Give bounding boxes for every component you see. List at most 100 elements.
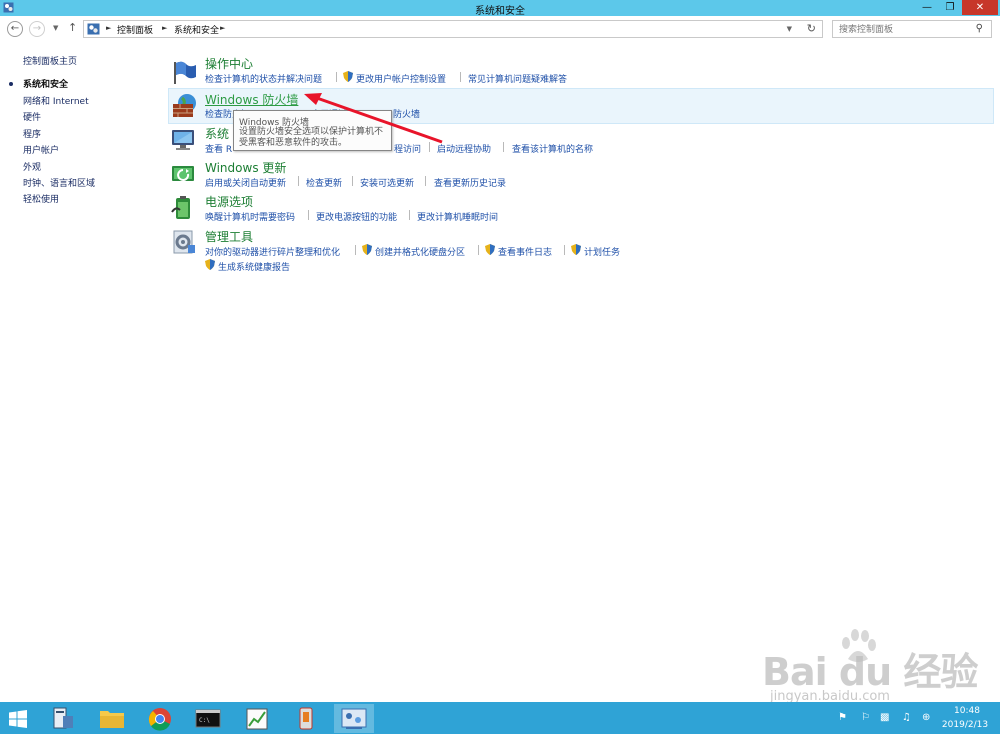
language-tray-icon[interactable]: ⊕ <box>922 712 930 723</box>
toggle-automatic-updates-link[interactable]: 启用或关闭自动更新 <box>205 176 286 189</box>
left-nav-appearance[interactable]: 外观 <box>23 160 41 173</box>
left-nav-hardware[interactable]: 硬件 <box>23 110 41 123</box>
link-separator <box>336 72 337 82</box>
control-panel-home-link[interactable]: 控制面板主页 <box>23 54 77 67</box>
app-taskbar-button[interactable] <box>286 704 326 733</box>
address-history-dropdown[interactable]: ▼ <box>787 25 792 33</box>
install-optional-updates-link[interactable]: 安装可选更新 <box>360 176 414 189</box>
uac-shield-icon <box>343 71 353 82</box>
back-button[interactable]: ← <box>7 21 23 37</box>
current-item-bullet <box>9 82 13 86</box>
flag-tray-icon[interactable]: ⚐ <box>861 712 870 723</box>
control-panel-taskbar-button[interactable] <box>334 704 374 733</box>
system-title[interactable]: 系统 <box>205 125 233 142</box>
task-scheduler-taskbar-button[interactable] <box>237 704 277 733</box>
uac-shield-icon <box>571 244 581 255</box>
see-computer-name-link[interactable]: 查看该计算机的名称 <box>512 142 593 155</box>
view-event-logs-link[interactable]: 查看事件日志 <box>498 245 552 258</box>
taskbar: C:\ <box>0 702 1000 734</box>
minimize-button[interactable]: — <box>917 0 937 15</box>
action-center-title[interactable]: 操作中心 <box>205 55 253 72</box>
link-separator <box>503 142 504 152</box>
check-updates-link[interactable]: 检查更新 <box>306 176 342 189</box>
check-computer-status-link[interactable]: 检查计算机的状态并解决问题 <box>205 72 322 85</box>
svg-text:C:\: C:\ <box>199 717 210 724</box>
up-button[interactable]: ↑ <box>68 21 77 34</box>
link-separator <box>425 176 426 186</box>
chart-tool-icon <box>246 708 268 730</box>
uac-shield-icon <box>362 244 372 255</box>
administrative-tools-gear-icon <box>173 230 195 254</box>
action-center-flag-icon <box>174 61 196 84</box>
windows-update-icon <box>172 166 194 181</box>
change-sleep-time-link[interactable]: 更改计算机睡眠时间 <box>417 210 498 223</box>
left-nav-system-security[interactable]: 系统和安全 <box>23 77 68 90</box>
left-nav-user-accounts[interactable]: 用户帐户 <box>23 143 59 156</box>
volume-tray-icon[interactable]: ♫ <box>902 712 911 723</box>
navigation-bar: ← → ▼ ↑ ► 控制面板 ► 系统和安全 ► ▼ ↻ ⚲ <box>0 16 1000 42</box>
maximize-button[interactable]: ❐ <box>940 0 960 15</box>
search-icon[interactable]: ⚲ <box>976 23 983 34</box>
control-panel-icon <box>87 23 100 35</box>
power-options-battery-icon <box>171 196 190 219</box>
clock-time[interactable]: 10:48 <box>945 706 989 716</box>
link-separator <box>298 176 299 186</box>
command-prompt-taskbar-button[interactable]: C:\ <box>188 704 228 733</box>
breadcrumb-separator[interactable]: ► <box>162 24 167 32</box>
link-separator <box>564 245 565 255</box>
chrome-taskbar-button[interactable] <box>140 704 180 733</box>
control-panel-icon <box>341 708 367 729</box>
change-uac-settings-link[interactable]: 更改用户帐户控制设置 <box>356 72 446 85</box>
search-box[interactable]: ⚲ <box>832 20 992 38</box>
search-input[interactable] <box>839 24 967 36</box>
breadcrumb-system-security[interactable]: 系统和安全 <box>174 23 219 36</box>
address-bar[interactable]: ► 控制面板 ► 系统和安全 ► ▼ ↻ <box>83 20 823 38</box>
breadcrumb-separator[interactable]: ► <box>220 24 225 32</box>
breadcrumb-separator[interactable]: ► <box>106 24 111 32</box>
refresh-icon[interactable]: ↻ <box>807 22 816 35</box>
uac-shield-icon <box>205 259 215 270</box>
clock-date[interactable]: 2019/2/13 <box>937 720 993 730</box>
close-button[interactable]: ✕ <box>962 0 998 15</box>
link-separator <box>352 176 353 186</box>
command-prompt-icon: C:\ <box>195 709 221 728</box>
windows-update-title[interactable]: Windows 更新 <box>205 159 286 176</box>
link-separator <box>460 72 461 82</box>
system-computer-icon <box>172 130 194 150</box>
link-separator <box>308 210 309 220</box>
windows-start-icon[interactable] <box>9 710 27 728</box>
schedule-tasks-link[interactable]: 计划任务 <box>584 245 620 258</box>
display-tray-icon[interactable]: ▩ <box>880 712 889 723</box>
left-navigation: 控制面板主页 系统和安全 网络和 Internet 硬件 程序 用户帐户 外观 … <box>0 42 160 702</box>
require-password-on-wake-link[interactable]: 唤醒计算机时需要密码 <box>205 210 295 223</box>
link-separator <box>478 245 479 255</box>
power-options-title[interactable]: 电源选项 <box>205 193 253 210</box>
generate-health-report-link[interactable]: 生成系统健康报告 <box>218 260 290 273</box>
left-nav-ease-of-access[interactable]: 轻松使用 <box>23 192 59 205</box>
control-panel-window: { "window": { "title": "系统和安全" }, "windo… <box>0 0 1000 734</box>
file-explorer-taskbar-button[interactable] <box>92 704 132 733</box>
administrative-tools-title[interactable]: 管理工具 <box>205 228 253 245</box>
troubleshoot-problems-link[interactable]: 常见计算机问题疑难解答 <box>468 72 567 85</box>
title-bar: 系统和安全 — ❐ ✕ <box>0 0 1000 17</box>
link-separator <box>409 210 410 220</box>
firewall-brick-globe-icon <box>173 94 196 117</box>
change-power-button-link[interactable]: 更改电源按钮的功能 <box>316 210 397 223</box>
folder-icon <box>100 711 124 728</box>
left-nav-clock-language-region[interactable]: 时钟、语言和区域 <box>23 176 95 189</box>
red-annotation-arrow <box>304 93 443 144</box>
left-nav-programs[interactable]: 程序 <box>23 127 41 140</box>
view-ram-link[interactable]: 查看 R <box>205 142 232 155</box>
breadcrumb-control-panel[interactable]: 控制面板 <box>117 23 153 36</box>
create-format-partitions-link[interactable]: 创建并格式化硬盘分区 <box>375 245 465 258</box>
recent-locations-dropdown[interactable]: ▼ <box>53 24 58 32</box>
network-tray-icon[interactable]: ⚑ <box>838 712 847 723</box>
windows-firewall-title[interactable]: Windows 防火墙 <box>205 91 298 108</box>
defragment-drives-link[interactable]: 对你的驱动器进行碎片整理和优化 <box>205 245 340 258</box>
forward-button[interactable]: → <box>29 21 45 37</box>
view-update-history-link[interactable]: 查看更新历史记录 <box>434 176 506 189</box>
server-manager-icon <box>53 707 73 729</box>
left-nav-network-internet[interactable]: 网络和 Internet <box>23 94 89 107</box>
device-icon <box>299 707 313 730</box>
server-manager-taskbar-button[interactable] <box>43 704 83 733</box>
